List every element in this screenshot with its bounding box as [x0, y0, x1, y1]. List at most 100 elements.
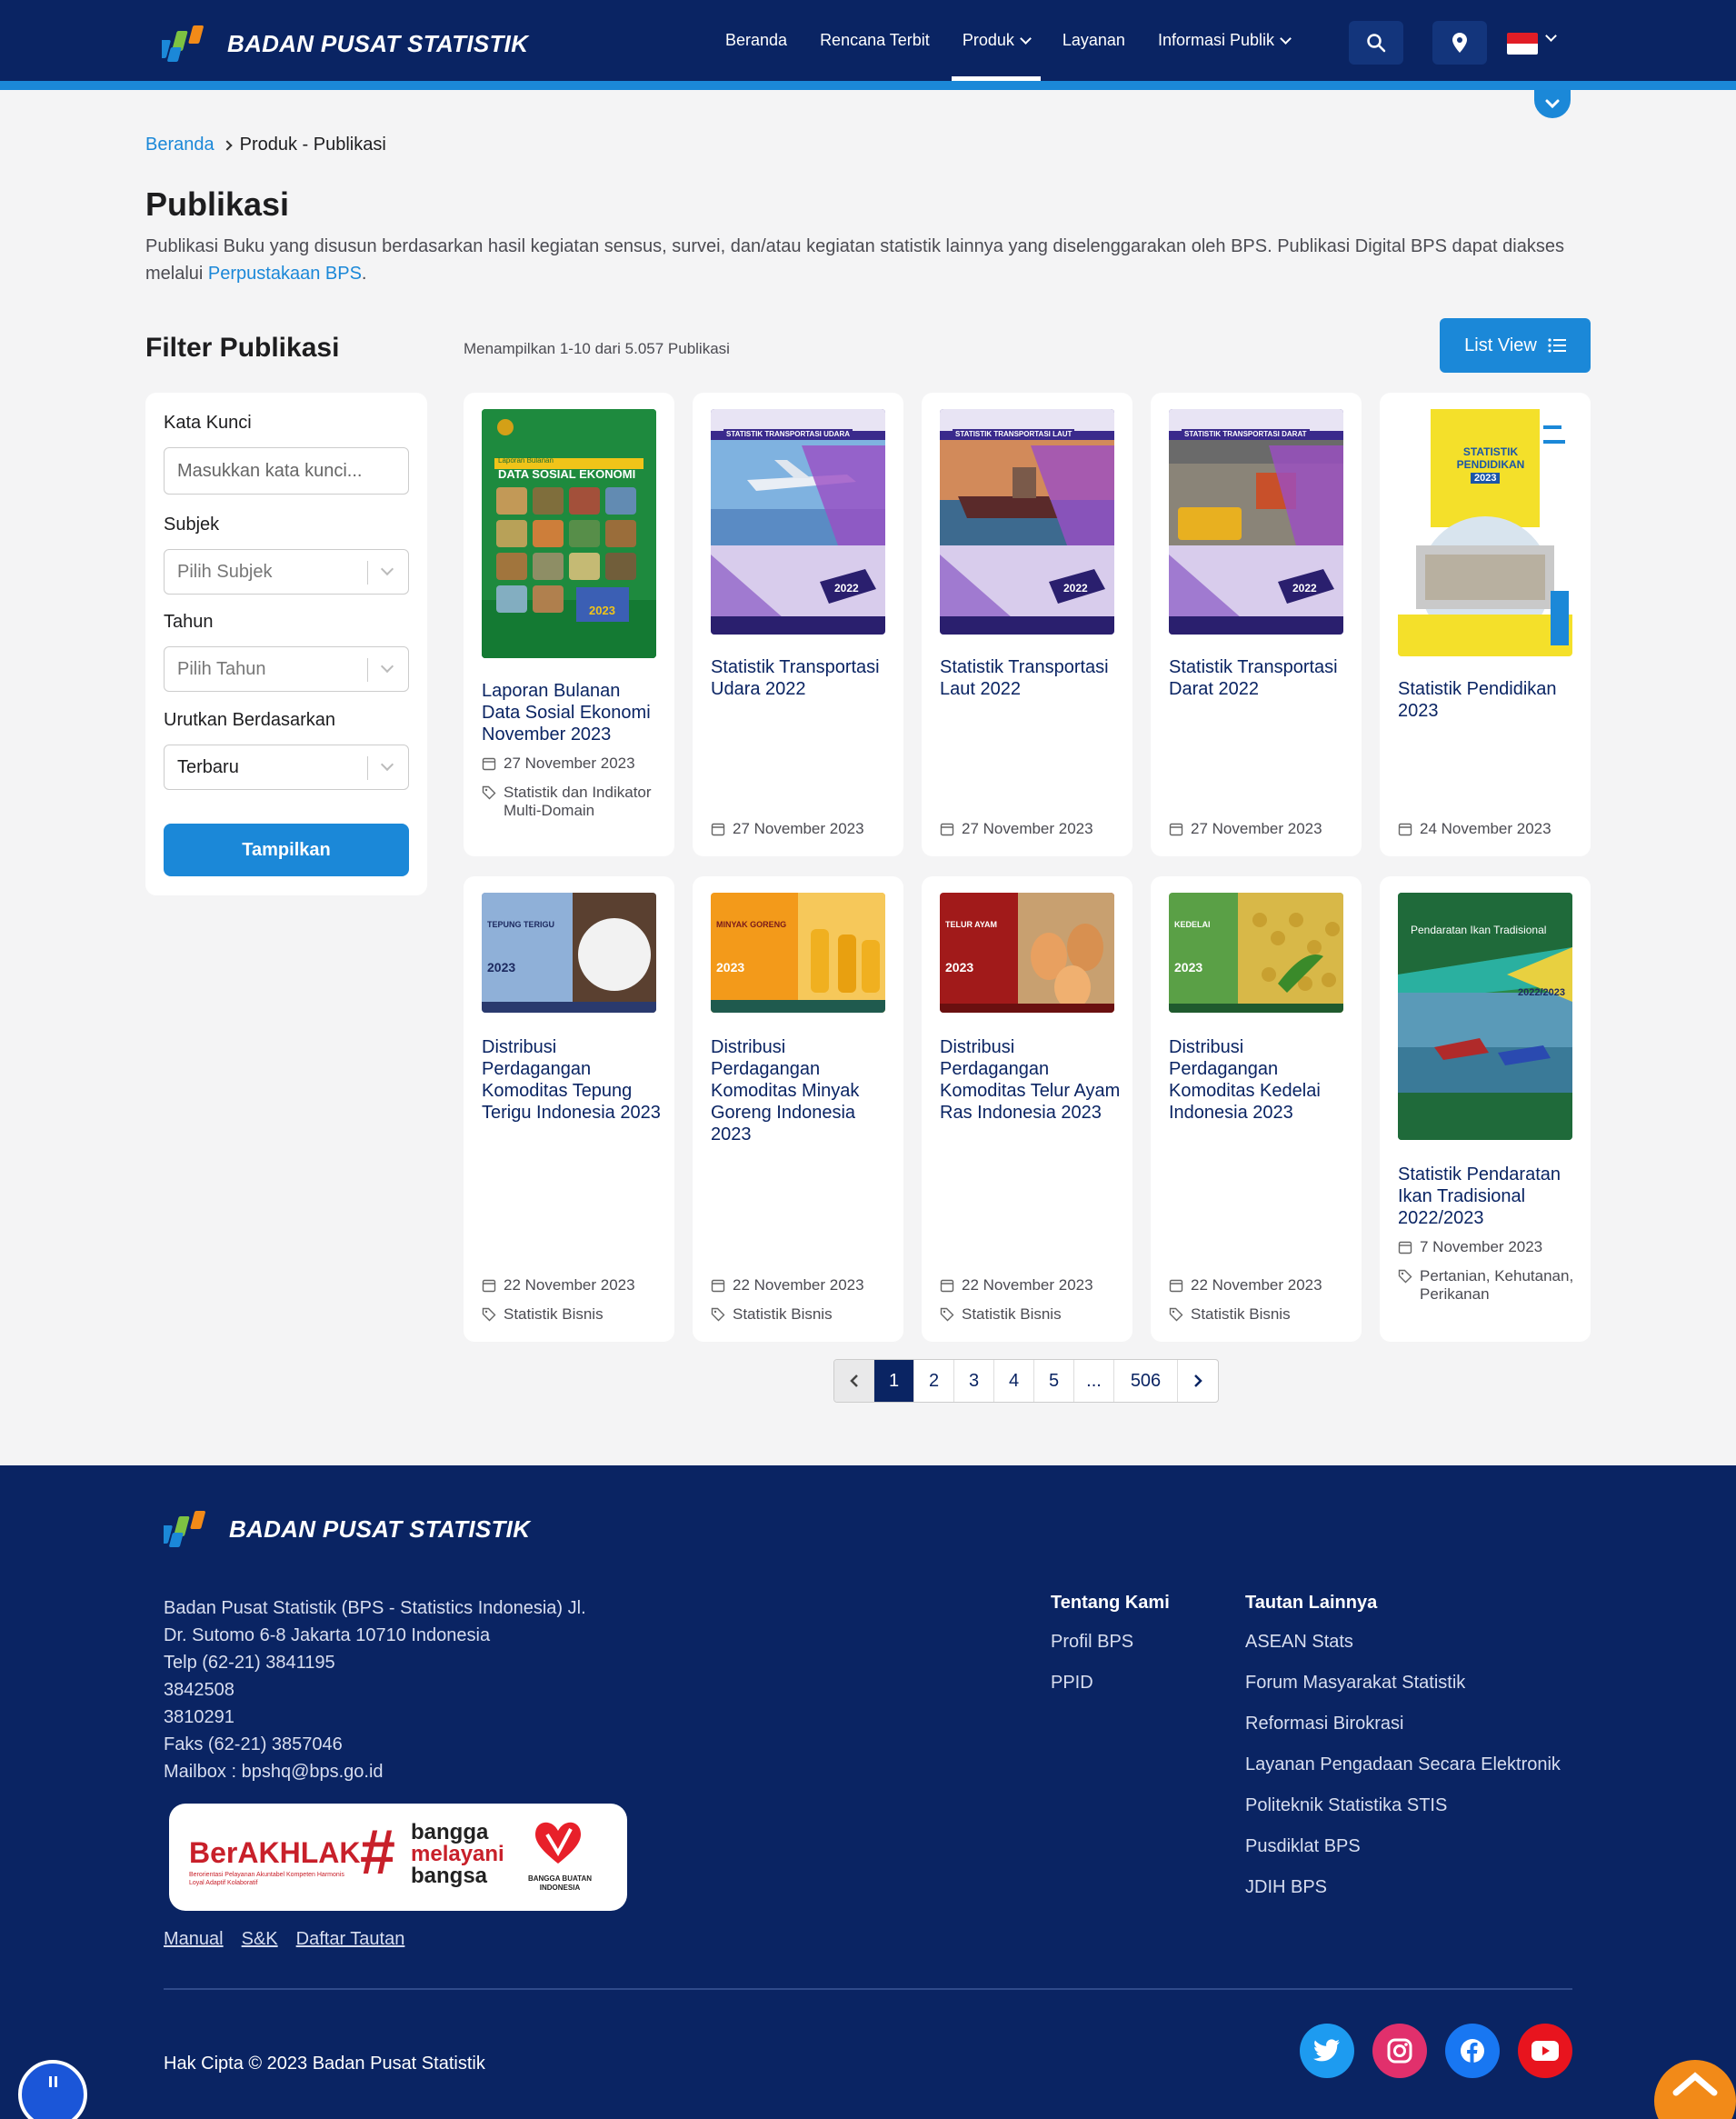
- next-page-button[interactable]: [1178, 1360, 1218, 1402]
- publication-title[interactable]: Statistik Transportasi Laut 2022: [940, 656, 1122, 700]
- cover-title: TEPUNG TERIGU: [487, 920, 555, 929]
- sort-select[interactable]: Terbaru: [164, 745, 409, 790]
- publication-cover[interactable]: Laporan Bulanan DATA SOSIAL EKONOMI 2023: [482, 409, 656, 658]
- publication-card[interactable]: TEPUNG TERIGU 2023 Distribusi Perdaganga…: [464, 876, 674, 1342]
- publication-cover[interactable]: STATISTIK TRANSPORTASI LAUT 2022: [940, 409, 1114, 635]
- nav-informasi-publik[interactable]: Informasi Publik: [1142, 0, 1306, 81]
- publication-card[interactable]: STATISTIK TRANSPORTASI DARAT 2022 Statis…: [1151, 393, 1362, 856]
- publication-card[interactable]: STATISTIK PENDIDIKAN 2023 Statistik Pend…: [1380, 393, 1591, 856]
- breadcrumb-current: Produk - Publikasi: [239, 135, 386, 155]
- keyword-input[interactable]: [164, 447, 409, 495]
- page-button[interactable]: 5: [1034, 1360, 1074, 1402]
- berakhlak-badges: BerAKHLAK Berorientasi Pelayanan Akuntab…: [169, 1804, 627, 1911]
- other-link[interactable]: Pusdiklat BPS: [1245, 1836, 1361, 1857]
- chevron-down-icon[interactable]: [1545, 30, 1557, 42]
- publication-cover[interactable]: STATISTIK TRANSPORTASI UDARA 2022: [711, 409, 885, 635]
- tag-text: Statistik Bisnis: [1191, 1305, 1291, 1323]
- publication-cover[interactable]: MINYAK GORENG 2023: [711, 893, 885, 1013]
- page-button[interactable]: 3: [954, 1360, 994, 1402]
- nav-layanan[interactable]: Layanan: [1046, 0, 1142, 81]
- publication-cover[interactable]: STATISTIK PENDIDIKAN 2023: [1398, 409, 1572, 656]
- accessibility-widget-button[interactable]: [18, 2060, 87, 2119]
- publication-cover[interactable]: Pendaratan Ikan Tradisional 2022/2023: [1398, 893, 1572, 1140]
- date-text: 7 November 2023: [1420, 1238, 1543, 1255]
- bangga-buatan-indonesia-text: BANGGA BUATAN INDONESIA: [527, 1874, 593, 1892]
- page-button[interactable]: 4: [994, 1360, 1034, 1402]
- chevron-right-icon: [1194, 1374, 1202, 1387]
- publication-card[interactable]: Pendaratan Ikan Tradisional 2022/2023 St…: [1380, 876, 1591, 1342]
- date-text: 27 November 2023: [504, 755, 635, 772]
- footer-link-manual[interactable]: Manual: [164, 1929, 224, 1950]
- nav-beranda[interactable]: Beranda: [709, 0, 803, 81]
- page-button[interactable]: 1: [874, 1360, 914, 1402]
- footer: BADAN PUSAT STATISTIK Badan Pusat Statis…: [0, 1465, 1736, 2119]
- pause-icon: [49, 2076, 57, 2087]
- publication-title[interactable]: Distribusi Perdagangan Komoditas Tepung …: [482, 1036, 663, 1124]
- publication-card[interactable]: TELUR AYAM 2023 Distribusi Perdagangan K…: [922, 876, 1132, 1342]
- publication-card[interactable]: STATISTIK TRANSPORTASI LAUT 2022 Statist…: [922, 393, 1132, 856]
- publication-card[interactable]: Laporan Bulanan DATA SOSIAL EKONOMI 2023…: [464, 393, 674, 856]
- twitter-button[interactable]: [1300, 2024, 1354, 2078]
- publication-title[interactable]: Statistik Pendaratan Ikan Tradisional 20…: [1398, 1164, 1580, 1229]
- other-link[interactable]: Forum Masyarakat Statistik: [1245, 1673, 1465, 1694]
- flag-indonesia-icon[interactable]: [1507, 33, 1538, 55]
- calendar-icon: [1169, 823, 1183, 836]
- year-select[interactable]: Pilih Tahun: [164, 646, 409, 692]
- subject-select[interactable]: Pilih Subjek: [164, 549, 409, 595]
- prev-page-button[interactable]: [834, 1360, 874, 1402]
- breadcrumb-home[interactable]: Beranda: [145, 135, 215, 155]
- tag-text: Statistik Bisnis: [962, 1305, 1062, 1323]
- publication-title[interactable]: Statistik Transportasi Darat 2022: [1169, 656, 1351, 700]
- page-button[interactable]: 506: [1114, 1360, 1178, 1402]
- tag-text: Statistik Bisnis: [733, 1305, 833, 1323]
- publication-cover[interactable]: KEDELAI 2023: [1169, 893, 1343, 1013]
- footer-link-daftar-tautan[interactable]: Daftar Tautan: [296, 1929, 405, 1950]
- publication-cover[interactable]: STATISTIK TRANSPORTASI DARAT 2022: [1169, 409, 1343, 635]
- chevron-down-icon: [380, 562, 394, 576]
- other-link[interactable]: ASEAN Stats: [1245, 1632, 1353, 1653]
- other-link[interactable]: Reformasi Birokrasi: [1245, 1714, 1403, 1734]
- chevron-left-icon: [849, 1374, 858, 1387]
- youtube-button[interactable]: [1518, 2024, 1572, 2078]
- search-button[interactable]: [1349, 21, 1403, 65]
- publication-cover[interactable]: TELUR AYAM 2023: [940, 893, 1114, 1013]
- location-button[interactable]: [1432, 21, 1487, 65]
- publication-card[interactable]: STATISTIK TRANSPORTASI UDARA 2022 Statis…: [693, 393, 903, 856]
- expand-header-button[interactable]: [1534, 89, 1571, 118]
- nav-rencana-terbit[interactable]: Rencana Terbit: [803, 0, 946, 81]
- other-link[interactable]: Layanan Pengadaan Secara Elektronik: [1245, 1754, 1561, 1775]
- perpustakaan-link[interactable]: Perpustakaan BPS: [208, 264, 362, 284]
- publication-title[interactable]: Statistik Pendidikan 2023: [1398, 678, 1580, 722]
- about-link[interactable]: PPID: [1051, 1673, 1093, 1694]
- facebook-button[interactable]: [1445, 2024, 1500, 2078]
- publication-title[interactable]: Distribusi Perdagangan Komoditas Kedelai…: [1169, 1036, 1351, 1124]
- other-link[interactable]: Politeknik Statistika STIS: [1245, 1795, 1447, 1816]
- about-link[interactable]: Profil BPS: [1051, 1632, 1133, 1653]
- footer-link-snk[interactable]: S&K: [242, 1929, 278, 1950]
- tampilkan-button[interactable]: Tampilkan: [164, 824, 409, 876]
- bps-logo[interactable]: BADAN PUSAT STATISTIK: [162, 20, 528, 67]
- cover-title: STATISTIK TRANSPORTASI UDARA: [723, 429, 853, 439]
- about-title: Tentang Kami: [1051, 1593, 1170, 1613]
- other-links-title: Tautan Lainnya: [1245, 1593, 1378, 1613]
- publication-card[interactable]: KEDELAI 2023 Distribusi Perdagangan Komo…: [1151, 876, 1362, 1342]
- keyword-label: Kata Kunci: [164, 413, 252, 433]
- nav-label: Informasi Publik: [1157, 31, 1274, 49]
- publication-title[interactable]: Statistik Transportasi Udara 2022: [711, 656, 893, 700]
- publication-title[interactable]: Laporan Bulanan Data Sosial Ekonomi Nove…: [482, 680, 663, 745]
- footer-logo[interactable]: BADAN PUSAT STATISTIK: [164, 1505, 530, 1553]
- footer-address: Badan Pusat Statistik (BPS - Statistics …: [164, 1594, 586, 1785]
- scroll-top-button[interactable]: [1654, 2060, 1736, 2119]
- other-link[interactable]: JDIH BPS: [1245, 1877, 1327, 1898]
- twitter-icon: [1313, 2039, 1340, 2062]
- instagram-button[interactable]: [1372, 2024, 1427, 2078]
- publication-title[interactable]: Distribusi Perdagangan Komoditas Telur A…: [940, 1036, 1122, 1124]
- nav-produk[interactable]: Produk: [946, 0, 1046, 81]
- publication-cover[interactable]: TEPUNG TERIGU 2023: [482, 893, 656, 1013]
- publication-card[interactable]: MINYAK GORENG 2023 Distribusi Perdaganga…: [693, 876, 903, 1342]
- nav-label: Produk: [962, 31, 1014, 49]
- list-view-button[interactable]: List View: [1440, 318, 1591, 373]
- publication-title[interactable]: Distribusi Perdagangan Komoditas Minyak …: [711, 1036, 893, 1145]
- list-icon: [1548, 338, 1566, 353]
- page-button[interactable]: 2: [914, 1360, 954, 1402]
